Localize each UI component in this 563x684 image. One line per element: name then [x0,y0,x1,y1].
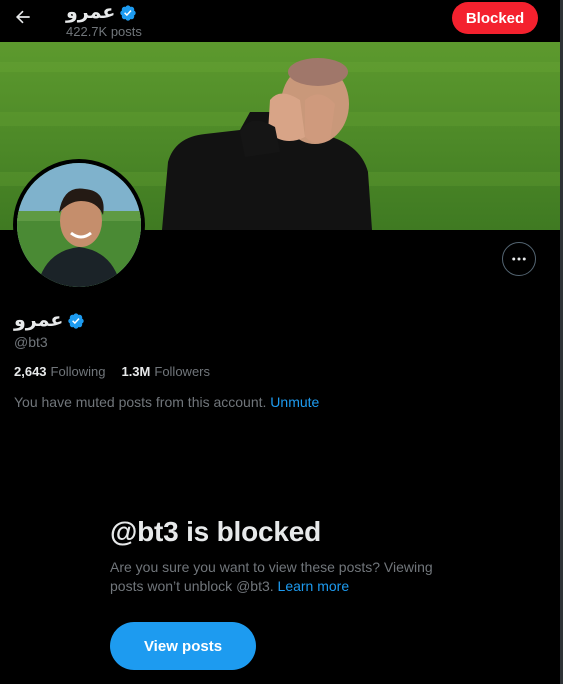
muted-text: You have muted posts from this account. [14,394,267,410]
verified-badge-icon [120,5,137,21]
blocked-title: @bt3 is blocked [110,516,322,547]
header-name: عمرو [66,2,116,23]
profile-name: عمرو [14,310,64,331]
blocked-description-text: Are you sure you want to view these post… [110,559,433,594]
followers-label: Followers [154,364,210,379]
following-count: 2,643 [14,364,47,379]
follow-stats: 2,643 Following 1.3M Followers [14,364,210,379]
more-options-button[interactable] [502,242,536,276]
avatar-image [17,163,141,287]
blocked-button[interactable]: Blocked [452,2,538,34]
profile-page: عمرو 422.7K posts Blocked عمرو @bt3 2,64… [0,0,563,684]
muted-notice: You have muted posts from this account. … [14,394,319,410]
view-posts-button[interactable]: View posts [110,622,256,670]
followers-link[interactable]: 1.3M Followers [121,364,210,379]
learn-more-link[interactable]: Learn more [278,578,350,594]
profile-avatar[interactable] [13,159,145,291]
more-horizontal-icon [512,257,526,261]
arrow-left-icon [15,10,30,24]
unmute-link[interactable]: Unmute [270,394,319,410]
back-button[interactable] [8,2,38,32]
profile-handle: @bt3 [14,334,48,350]
followers-count: 1.3M [121,364,151,379]
verified-badge-icon[interactable] [67,312,85,330]
posts-count: 422.7K posts [66,24,142,39]
top-header: عمرو 422.7K posts Blocked [0,0,560,42]
profile-name-row: عمرو [14,309,85,332]
following-link[interactable]: 2,643 Following [14,364,105,379]
blocked-description: Are you sure you want to view these post… [110,558,460,596]
header-title-row: عمرو [66,3,137,23]
following-label: Following [50,364,106,379]
